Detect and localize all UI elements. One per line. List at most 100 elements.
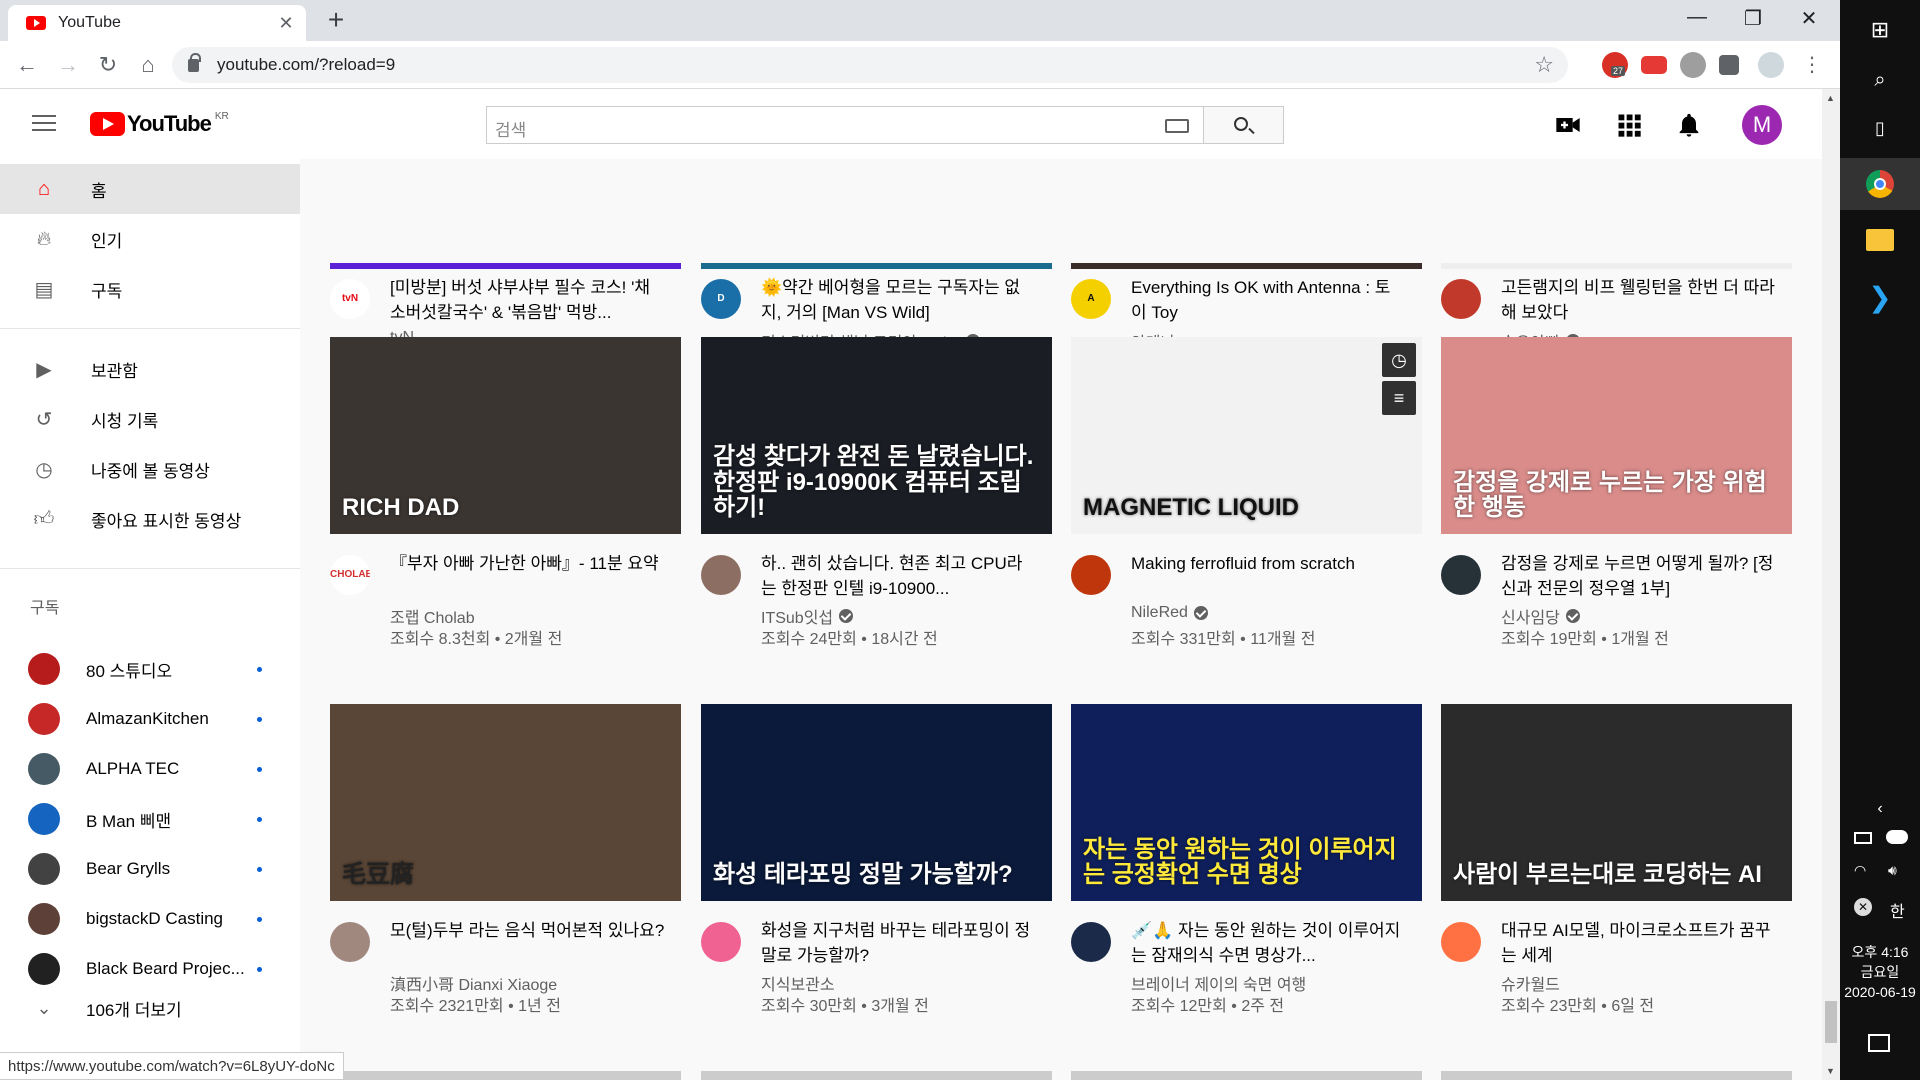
task-view-icon[interactable]: ▯ [1840, 106, 1920, 150]
grey-extension-icon[interactable] [1680, 52, 1706, 78]
bookmark-star-icon[interactable]: ☆ [1534, 52, 1554, 78]
scrollbar-thumb[interactable] [1825, 1001, 1837, 1043]
chrome-taskbar-icon[interactable] [1840, 158, 1920, 210]
subscription-item[interactable]: 80 스튜디오 [0, 644, 300, 694]
chrome-menu-icon[interactable]: ⋮ [1797, 50, 1827, 80]
subscription-item[interactable]: B Man 삐맨 [0, 794, 300, 844]
channel-name[interactable]: NileRed [1131, 604, 1188, 622]
video-title[interactable]: Making ferrofluid from scratch [1131, 551, 1406, 576]
show-more-subscriptions[interactable]: ⌄ 106개 더보기 [0, 983, 300, 1033]
subscription-item[interactable]: bigstackD Casting [0, 894, 300, 944]
video-thumbnail-partial[interactable] [1071, 1071, 1422, 1080]
thumbnail-bottom-strip[interactable] [1441, 263, 1792, 269]
video-thumbnail-partial[interactable] [1441, 1071, 1792, 1080]
channel-avatar[interactable] [1441, 279, 1481, 319]
search-icon[interactable]: ⌕ [1840, 58, 1920, 102]
subscription-item[interactable]: Bear Grylls [0, 844, 300, 894]
hamburger-menu-icon[interactable] [32, 115, 56, 133]
window-close-button[interactable]: ✕ [1786, 6, 1832, 31]
video-thumbnail[interactable]: RICH DAD [330, 337, 681, 534]
channel-avatar[interactable] [1071, 922, 1111, 962]
home-icon[interactable]: ⌂ [133, 50, 163, 80]
guide-item-home[interactable]: ⌂ 홈 [0, 164, 300, 214]
channel-avatar[interactable] [1441, 555, 1481, 595]
video-thumbnail[interactable]: 감정을 강제로 누르는 가장 위험한 행동 [1441, 337, 1792, 534]
channel-avatar[interactable]: A [1071, 279, 1111, 319]
video-thumbnail-partial[interactable] [701, 1071, 1052, 1080]
video-title[interactable]: 대규모 AI모델, 마이크로소프트가 꿈꾸는 세계 [1501, 918, 1776, 968]
forward-icon[interactable]: → [53, 50, 83, 80]
video-title[interactable]: 하.. 괜히 샀습니다. 현존 최고 CPU라는 한정판 인텔 i9-10900… [761, 551, 1036, 601]
volume-icon[interactable]: 🔊︎ [1888, 862, 1897, 879]
profile-icon[interactable] [1758, 52, 1784, 78]
video-thumbnail-partial[interactable] [330, 1071, 681, 1080]
channel-avatar[interactable]: D [701, 279, 741, 319]
video-title[interactable]: 💉🙏 자는 동안 원하는 것이 이루어지는 잠재의식 수면 명상가... [1131, 918, 1406, 968]
guide-item-watch-later[interactable]: ◷ 나중에 볼 동영상 [0, 444, 300, 494]
notifications-bell-icon[interactable] [1675, 111, 1703, 139]
channel-avatar[interactable]: tvN [330, 279, 370, 319]
channel-avatar[interactable] [1071, 555, 1111, 595]
thumbnail-bottom-strip[interactable] [1071, 263, 1422, 269]
lock-icon[interactable] [188, 52, 201, 72]
scroll-up-icon[interactable]: ▲ [1826, 93, 1835, 103]
video-title[interactable]: Everything Is OK with Antenna : 토이 Toy [1131, 275, 1406, 325]
video-thumbnail[interactable]: 자는 동안 원하는 것이 이루어지는 긍정확언 수면 명상 [1071, 704, 1422, 901]
battery-icon[interactable] [1854, 832, 1872, 844]
search-input[interactable]: 검색 [486, 106, 1204, 144]
video-title[interactable]: 🌞약간 베어형을 모르는 구독자는 없지, 거의 [Man VS Wild] [761, 275, 1036, 325]
search-button[interactable] [1203, 106, 1284, 144]
thumbnail-bottom-strip[interactable] [701, 263, 1052, 269]
video-title[interactable]: 감정을 강제로 누르면 어떻게 될까? [정신과 전문의 정우열 1부] [1501, 551, 1776, 601]
guide-item-library[interactable]: ▶ 보관함 [0, 344, 300, 394]
adblock-extension-icon[interactable]: 27 [1602, 52, 1628, 78]
channel-avatar[interactable] [701, 555, 741, 595]
minimize-button[interactable]: — [1674, 6, 1720, 29]
subscription-item[interactable]: ALPHA TEC [0, 744, 300, 794]
onedrive-icon[interactable] [1886, 830, 1908, 844]
clock-day[interactable]: 금요일 [1840, 962, 1920, 982]
video-thumbnail[interactable]: MAGNETIC LIQUID ◷ ≡ [1071, 337, 1422, 534]
reload-icon[interactable]: ↻ [93, 50, 123, 80]
watch-later-button[interactable]: ◷ [1382, 343, 1416, 377]
tray-chevron-icon[interactable]: ‹ [1840, 800, 1920, 824]
page-scrollbar[interactable]: ▲ ▼ [1822, 89, 1840, 1080]
wifi-icon[interactable]: ◠ [1854, 862, 1866, 879]
video-thumbnail[interactable]: 감성 찾다가 완전 돈 날렸습니다. 한정판 i9-10900K 컴퓨터 조립하… [701, 337, 1052, 534]
back-icon[interactable]: ← [12, 50, 42, 80]
video-title[interactable]: [미방분] 버섯 샤부샤부 필수 코스! '채소버섯칼국수' & '볶음밥' 먹… [390, 275, 665, 325]
apps-grid-icon[interactable] [1615, 111, 1643, 139]
action-center-icon[interactable] [1868, 1034, 1890, 1052]
notification-close-icon[interactable]: ✕ [1854, 898, 1872, 916]
address-bar[interactable]: youtube.com/?reload=9 ☆ [172, 47, 1568, 83]
channel-avatar[interactable] [330, 922, 370, 962]
youtube-logo[interactable]: YouTube KR [90, 111, 229, 137]
ime-indicator[interactable]: 한 [1890, 898, 1905, 922]
tab-close-icon[interactable]: ✕ [276, 13, 296, 34]
guide-item-subscriptions[interactable]: ▤ 구독 [0, 264, 300, 314]
youtube-extension-icon[interactable] [1641, 56, 1667, 74]
clock-time[interactable]: 오후 4:16 [1840, 942, 1920, 962]
guide-item-liked[interactable]: 👍︎ 좋아요 표시한 동영상 [0, 494, 300, 544]
video-title[interactable]: 『부자 아빠 가난한 아빠』- 11분 요약 [390, 551, 665, 576]
channel-avatar[interactable] [1441, 922, 1481, 962]
video-title[interactable]: 모(털)두부 라는 음식 먹어본적 있나요? [390, 918, 665, 943]
guide-item-history[interactable]: ↺ 시청 기록 [0, 394, 300, 444]
video-title[interactable]: 화성을 지구처럼 바꾸는 테라포밍이 정말로 가능할까? [761, 918, 1036, 968]
keyboard-icon[interactable] [1165, 119, 1189, 133]
account-avatar[interactable]: M [1742, 105, 1782, 145]
channel-avatar[interactable]: CHOLAB [330, 555, 370, 595]
create-video-icon[interactable] [1554, 111, 1582, 139]
restore-button[interactable]: ❐ [1730, 6, 1776, 31]
tab-youtube[interactable]: YouTube ✕ [8, 5, 306, 41]
vscode-icon[interactable]: ❯ [1840, 272, 1920, 324]
subscription-item[interactable]: AlmazanKitchen [0, 694, 300, 744]
clock-date[interactable]: 2020-06-19 [1840, 982, 1920, 1002]
extensions-puzzle-icon[interactable] [1719, 55, 1739, 75]
scroll-down-icon[interactable]: ▼ [1826, 1066, 1835, 1076]
video-title[interactable]: 고든램지의 비프 웰링턴을 한번 더 따라해 보았다 [1501, 275, 1776, 325]
video-thumbnail[interactable]: 사람이 부르는대로 코딩하는 AI [1441, 704, 1792, 901]
thumbnail-bottom-strip[interactable] [330, 263, 681, 269]
video-thumbnail[interactable]: 화성 테라포밍 정말 가능할까? [701, 704, 1052, 901]
channel-avatar[interactable] [701, 922, 741, 962]
